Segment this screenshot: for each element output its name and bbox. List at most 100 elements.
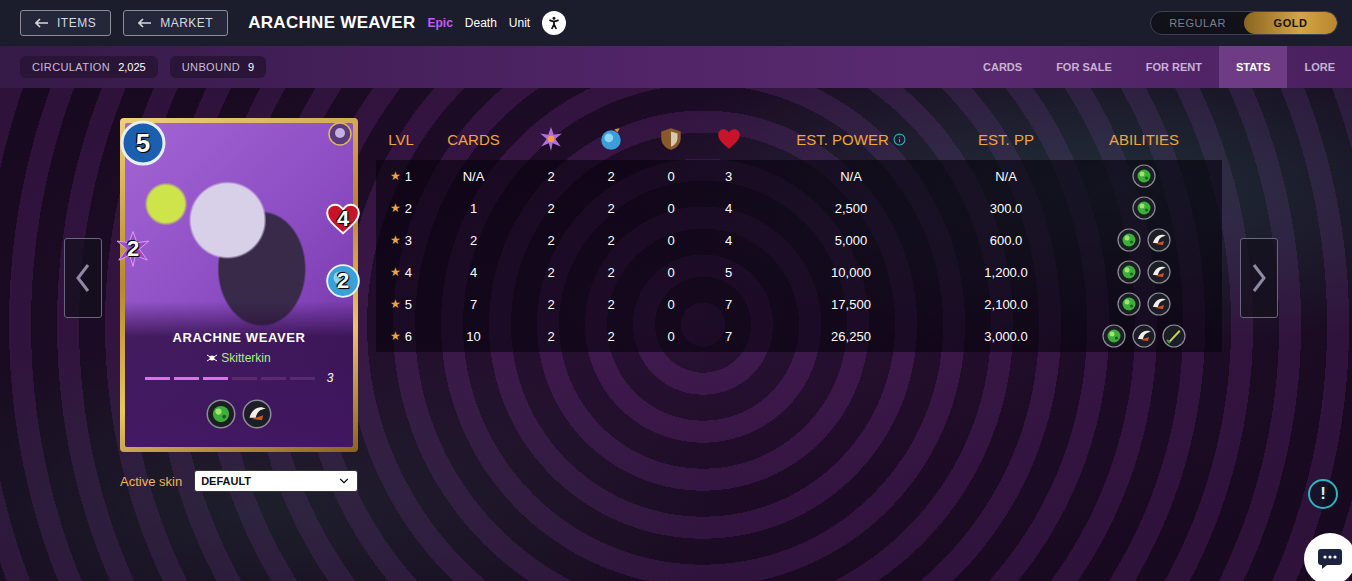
table-row: ★3222045,000600.0 (376, 224, 1222, 256)
level-cell: ★4 (376, 265, 426, 280)
main-area: ARACHNE WEAVERSkitterkin35242Active skin… (0, 88, 1352, 581)
cards-cell: 4 (426, 265, 521, 280)
skin-row: Active skinDEFAULT (120, 470, 358, 492)
element-label: Death (465, 16, 497, 30)
poison-ability-icon[interactable] (1132, 164, 1156, 188)
pill-label: UNBOUND (182, 61, 240, 73)
speed-badge: 2 (324, 262, 362, 300)
edition-option[interactable]: REGULAR (1151, 12, 1244, 34)
claw-ability-icon[interactable] (1132, 324, 1156, 348)
armor-cell: 0 (641, 329, 701, 344)
column-header: EST. PP (946, 131, 1066, 148)
level-segment (232, 377, 257, 380)
card-column: ARACHNE WEAVERSkitterkin35242Active skin… (120, 118, 358, 492)
mana-badge: 5 (120, 120, 166, 166)
pill-label: CIRCULATION (32, 61, 110, 73)
claw-ability-icon[interactable] (1147, 260, 1171, 284)
abilities-cell (1066, 196, 1222, 220)
prev-card-button[interactable] (64, 238, 102, 318)
magic-badge: 2 (114, 230, 152, 268)
pp-cell: 3,000.0 (946, 329, 1066, 344)
tab[interactable]: CARDS (966, 46, 1039, 88)
poison-ability-icon[interactable] (1117, 228, 1141, 252)
abilities-cell (1066, 228, 1222, 252)
health-badge: 4 (324, 200, 362, 238)
poison-ability-icon[interactable] (206, 399, 236, 429)
magic-cell: 2 (521, 233, 581, 248)
nav-button[interactable]: MARKET (123, 10, 228, 36)
next-card-button[interactable] (1240, 238, 1278, 318)
health-cell: 4 (701, 201, 756, 216)
unit-icon (542, 11, 566, 35)
power-cell: 26,250 (756, 329, 946, 344)
health-cell: 5 (701, 265, 756, 280)
armor-icon (658, 126, 684, 152)
back-arrow-icon (35, 18, 49, 28)
card-tribe: Skitterkin (207, 351, 270, 365)
health-value: 4 (337, 206, 349, 232)
claw-ability-icon[interactable] (242, 399, 272, 429)
speed-cell: 2 (581, 169, 641, 184)
table-row: ★2122042,500300.0 (376, 192, 1222, 224)
level-segment (261, 377, 286, 380)
magic-cell: 2 (521, 265, 581, 280)
magic-cell: 2 (521, 201, 581, 216)
tab[interactable]: FOR RENT (1129, 46, 1219, 88)
element-badge (328, 122, 352, 146)
power-cell: 2,500 (756, 201, 946, 216)
card-title: ARACHNE WEAVER (248, 13, 415, 33)
stat-pills: CIRCULATION2,025UNBOUND9 (20, 46, 266, 88)
skin-select[interactable]: DEFAULT (194, 470, 358, 492)
level-cell: ★6 (376, 329, 426, 344)
poison-ability-icon[interactable] (1102, 324, 1126, 348)
pp-cell: N/A (946, 169, 1066, 184)
poison-ability-icon[interactable] (1132, 196, 1156, 220)
column-header (641, 126, 701, 152)
card-details-page: ITEMSMARKETARACHNE WEAVEREpicDeathUnitRE… (0, 0, 1352, 581)
top-bar: ITEMSMARKETARACHNE WEAVEREpicDeathUnitRE… (0, 0, 1352, 46)
claw-ability-icon[interactable] (1147, 292, 1171, 316)
abilities-cell (1066, 164, 1222, 188)
chat-button[interactable] (1304, 533, 1352, 581)
info-icon[interactable] (893, 133, 906, 146)
mana-value: 5 (136, 128, 150, 159)
armor-cell: 0 (641, 201, 701, 216)
poison-ability-icon[interactable] (1117, 260, 1141, 284)
pp-cell: 300.0 (946, 201, 1066, 216)
chat-icon (1317, 548, 1343, 570)
table-row: ★1N/A2203N/AN/A (376, 160, 1222, 192)
nav-button[interactable]: ITEMS (20, 10, 111, 36)
claw-ability-icon[interactable] (1147, 228, 1171, 252)
stat-pill: CIRCULATION2,025 (20, 56, 158, 78)
speed-cell: 2 (581, 329, 641, 344)
speed-cell: 2 (581, 201, 641, 216)
type-label: Unit (509, 16, 530, 30)
sub-bar: CIRCULATION2,025UNBOUND9CARDSFOR SALEFOR… (0, 46, 1352, 88)
abilities-cell (1066, 260, 1222, 284)
chevron-right-icon (1250, 263, 1268, 293)
armor-cell: 0 (641, 265, 701, 280)
tab-bar: CARDSFOR SALEFOR RENTSTATSLORE (966, 46, 1352, 88)
level-bar: 3 (145, 371, 334, 385)
magic-icon (538, 126, 564, 152)
help-button[interactable]: ! (1308, 479, 1338, 509)
speed-value: 2 (337, 268, 349, 294)
edition-option[interactable]: GOLD (1244, 12, 1337, 34)
pp-cell: 600.0 (946, 233, 1066, 248)
speed-icon (598, 126, 624, 152)
armor-cell: 0 (641, 169, 701, 184)
tab[interactable]: LORE (1287, 46, 1352, 88)
level-cell: ★1 (376, 169, 426, 184)
blade-ability-icon[interactable] (1162, 324, 1186, 348)
power-cell: 17,500 (756, 297, 946, 312)
tab[interactable]: FOR SALE (1039, 46, 1129, 88)
tab[interactable]: STATS (1219, 46, 1287, 88)
magic-cell: 2 (521, 169, 581, 184)
poison-ability-icon[interactable] (1117, 292, 1141, 316)
health-cell: 3 (701, 169, 756, 184)
card-name: ARACHNE WEAVER (172, 330, 305, 345)
power-cell: 5,000 (756, 233, 946, 248)
cards-cell: 2 (426, 233, 521, 248)
speed-cell: 2 (581, 233, 641, 248)
level-segment (290, 377, 315, 380)
